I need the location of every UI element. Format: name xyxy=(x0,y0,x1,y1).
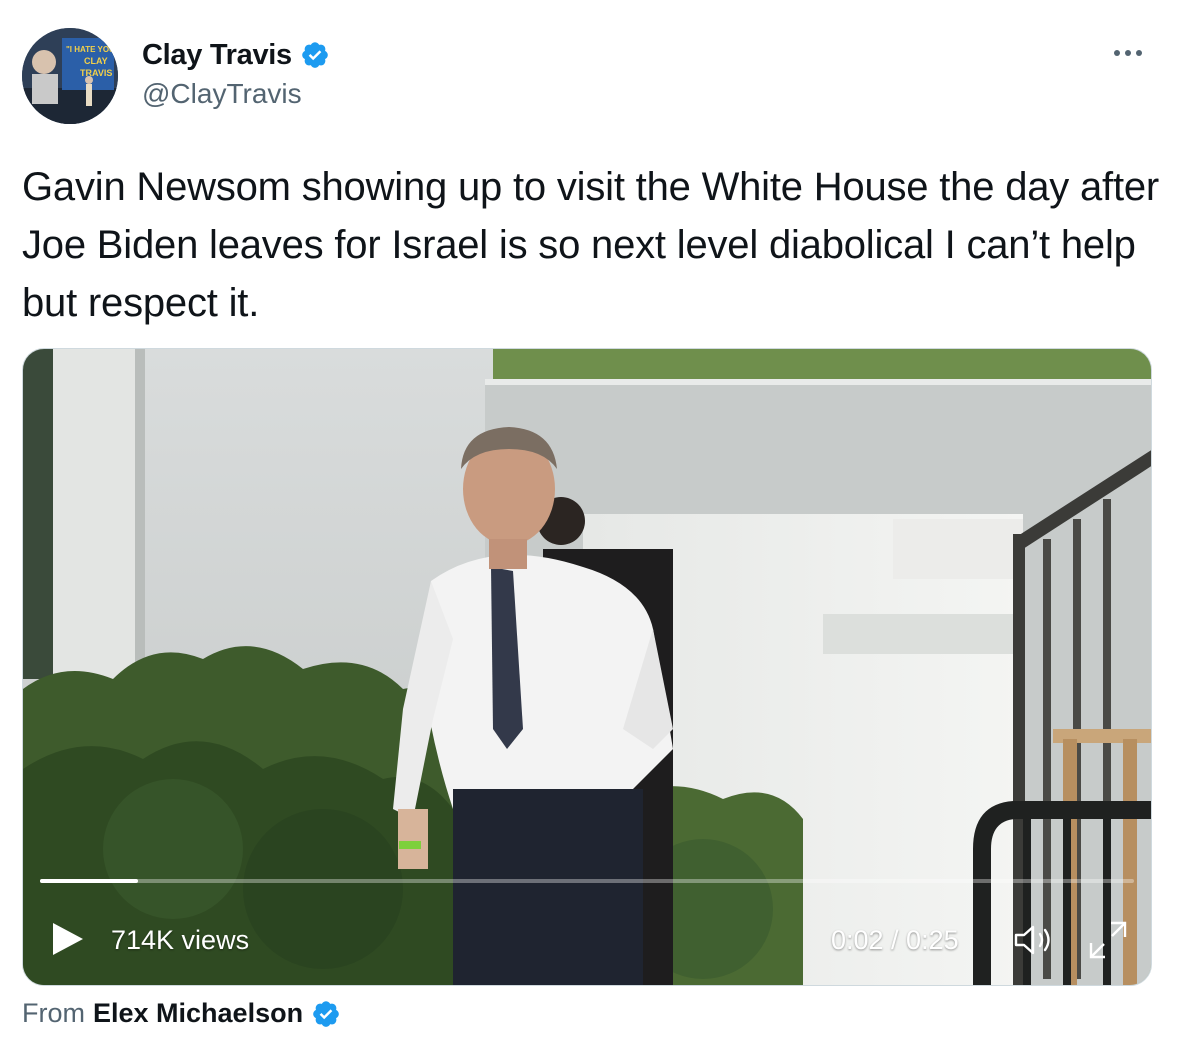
video-time: 0:02 / 0:25 xyxy=(831,925,959,955)
profile-photo-icon: "I HATE YOU CLAY TRAVIS xyxy=(22,28,118,124)
more-dot-icon xyxy=(1136,50,1142,56)
video-frame-image xyxy=(23,349,1151,985)
volume-icon[interactable] xyxy=(1013,923,1057,957)
svg-text:TRAVIS: TRAVIS xyxy=(80,68,112,78)
fullscreen-icon[interactable] xyxy=(1087,919,1129,961)
display-name[interactable]: Clay Travis xyxy=(142,39,292,72)
tweet-card: "I HATE YOU CLAY TRAVIS Clay Travis @Cla… xyxy=(0,0,1182,1050)
svg-text:CLAY: CLAY xyxy=(84,56,108,66)
more-options-button[interactable] xyxy=(1108,38,1148,68)
view-count: 714K views xyxy=(111,925,250,955)
video-attribution: From Elex Michaelson xyxy=(22,998,341,1029)
video-controls: 714K views 0:02 / 0:25 xyxy=(23,909,1151,969)
verified-badge-icon xyxy=(313,1000,339,1027)
video-progress-fill xyxy=(40,879,139,883)
tweet-text: Gavin Newsom showing up to visit the Whi… xyxy=(22,165,1160,325)
play-icon[interactable] xyxy=(51,921,85,957)
more-dot-icon xyxy=(1125,50,1131,56)
author-info: Clay Travis @ClayTravis xyxy=(142,36,330,110)
verified-badge-icon xyxy=(302,42,328,68)
avatar[interactable]: "I HATE YOU CLAY TRAVIS xyxy=(22,28,118,124)
video-player[interactable]: 714K views 0:02 / 0:25 xyxy=(22,348,1152,986)
avatar-sign-text: "I HATE YOU xyxy=(66,45,115,54)
display-name-row: Clay Travis xyxy=(142,36,330,74)
video-progress-bar[interactable] xyxy=(40,879,1134,883)
attribution-source-link[interactable]: Elex Michaelson xyxy=(93,998,303,1029)
attribution-from-label: From xyxy=(22,998,85,1028)
more-dot-icon xyxy=(1114,50,1120,56)
handle[interactable]: @ClayTravis xyxy=(142,78,330,110)
